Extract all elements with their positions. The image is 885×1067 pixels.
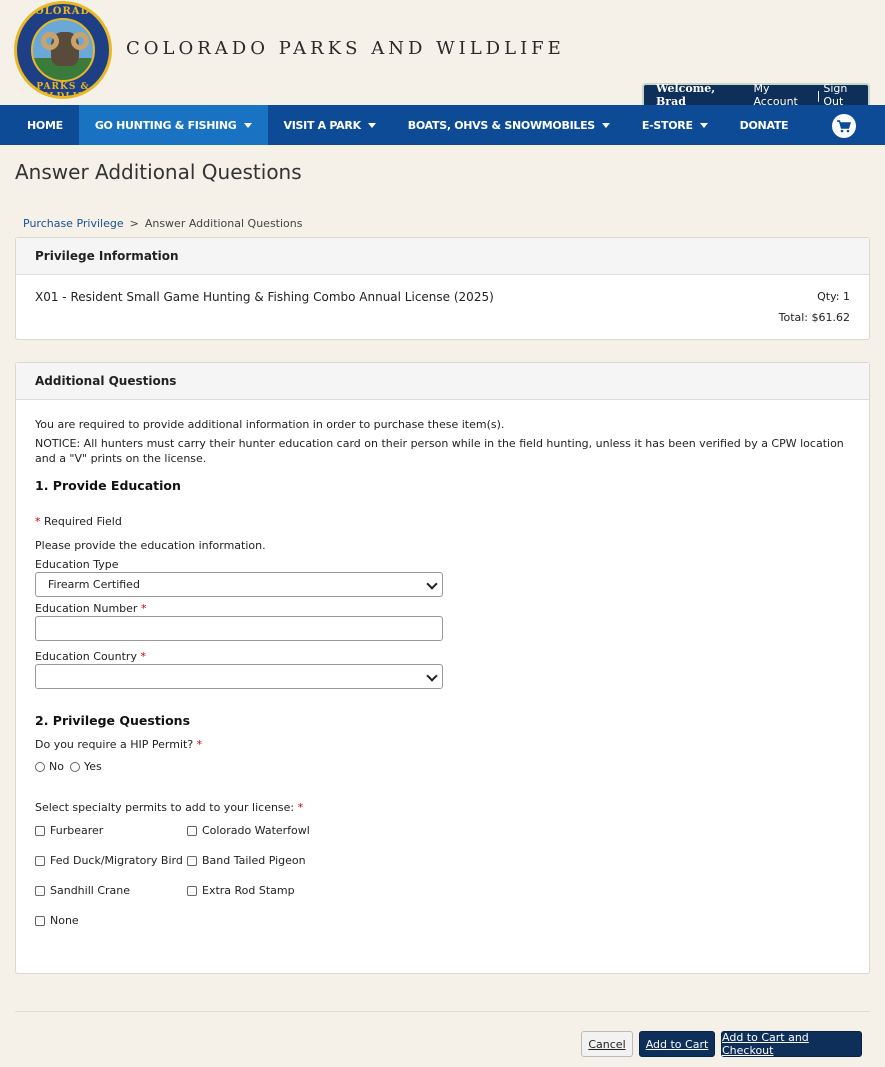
permit-furbearer[interactable]: Furbearer xyxy=(35,824,103,837)
specialty-question: Select specialty permits to add to your … xyxy=(35,801,295,814)
page-title: Answer Additional Questions xyxy=(15,160,302,184)
permit-band-tailed-pigeon[interactable]: Band Tailed Pigeon xyxy=(187,854,306,867)
privilege-qty: Qty: 1 xyxy=(817,290,850,303)
hip-no-label: No xyxy=(49,760,64,773)
permit-colorado-waterfowl[interactable]: Colorado Waterfowl xyxy=(187,824,310,837)
sandhill-crane-label: Sandhill Crane xyxy=(50,884,130,897)
additional-questions-heading: Additional Questions xyxy=(16,363,869,400)
caret-down-icon xyxy=(367,122,376,128)
additional-questions-panel: Additional Questions You are required to… xyxy=(15,362,870,974)
logo-text-top: COLORADO xyxy=(26,6,100,17)
nav-hunting-fishing[interactable]: GO HUNTING & FISHING xyxy=(78,105,268,145)
logo-text-bottom: PARKS & WILDLIFE xyxy=(32,82,94,99)
main-nav: HOME GO HUNTING & FISHING VISIT A PARK B… xyxy=(0,105,885,145)
extra-rod-stamp-checkbox[interactable] xyxy=(187,885,197,896)
hip-no-radio[interactable] xyxy=(35,761,45,772)
account-separator: | xyxy=(816,88,821,102)
horn-right-icon xyxy=(71,32,89,50)
nav-boats[interactable]: BOATS, OHVS & SNOWMOBILES xyxy=(392,105,626,145)
section-privilege-questions: 2. Privilege Questions xyxy=(35,713,191,728)
required-marker: * xyxy=(140,602,147,615)
education-type-label: Education Type xyxy=(35,558,119,571)
provide-education-text: Please provide the education information… xyxy=(35,539,266,552)
permit-none[interactable]: None xyxy=(35,914,79,927)
required-marker: * xyxy=(35,515,41,528)
permit-fed-duck[interactable]: Fed Duck/Migratory Bird xyxy=(35,854,183,867)
nav-estore-label: E-STORE xyxy=(641,118,693,132)
required-field-note: * Required Field xyxy=(35,514,122,529)
fed-duck-label: Fed Duck/Migratory Bird xyxy=(50,854,183,867)
nav-home-label: HOME xyxy=(27,118,63,132)
account-tab: Welcome, Brad My Account | Sign Out xyxy=(642,82,870,108)
none-checkbox[interactable] xyxy=(35,915,45,926)
fed-duck-checkbox[interactable] xyxy=(35,855,45,866)
breadcrumb-current: Answer Additional Questions xyxy=(144,217,303,230)
nav-boats-label: BOATS, OHVS & SNOWMOBILES xyxy=(407,118,595,132)
privilege-info-panel: Privilege Information X01 - Resident Sma… xyxy=(15,237,870,340)
required-field-text: Required Field xyxy=(44,515,122,528)
education-country-select[interactable] xyxy=(35,664,443,689)
breadcrumb-separator: > xyxy=(129,217,139,230)
colorado-waterfowl-label: Colorado Waterfowl xyxy=(202,824,310,837)
none-label: None xyxy=(50,914,79,927)
permit-sandhill-crane[interactable]: Sandhill Crane xyxy=(35,884,130,897)
privilege-info-heading: Privilege Information xyxy=(16,238,869,275)
caret-down-icon xyxy=(243,122,252,128)
logo-emblem xyxy=(31,18,95,82)
specialty-question-row: Select specialty permits to add to your … xyxy=(35,801,303,814)
shopping-cart-icon xyxy=(837,119,851,132)
nav-donate[interactable]: DONATE xyxy=(724,105,805,145)
permit-extra-rod-stamp[interactable]: Extra Rod Stamp xyxy=(187,884,295,897)
hip-yes-label: Yes xyxy=(83,760,102,773)
hip-radio-group: No Yes xyxy=(35,760,108,773)
nav-home[interactable]: HOME xyxy=(0,105,79,145)
nav-visit-park[interactable]: VISIT A PARK xyxy=(268,105,392,145)
education-number-label-row: Education Number * xyxy=(35,602,146,615)
add-to-cart-checkout-button[interactable]: Add to Cart and Checkout xyxy=(721,1031,862,1057)
footer-divider xyxy=(15,1011,870,1012)
cancel-button[interactable]: Cancel xyxy=(581,1031,633,1057)
band-tailed-pigeon-label: Band Tailed Pigeon xyxy=(202,854,306,867)
required-marker: * xyxy=(297,801,304,814)
privilege-name: X01 - Resident Small Game Hunting & Fish… xyxy=(35,290,494,304)
required-marker: * xyxy=(196,738,203,751)
site-title: COLORADO PARKS AND WILDLIFE xyxy=(126,38,565,59)
required-marker: * xyxy=(140,650,146,663)
education-type-select[interactable]: Firearm Certified xyxy=(35,572,443,597)
nav-visit-park-label: VISIT A PARK xyxy=(283,118,362,132)
hip-yes-radio[interactable] xyxy=(69,761,80,772)
education-number-label: Education Number xyxy=(35,602,138,615)
hip-question-row: Do you require a HIP Permit? * xyxy=(35,738,202,751)
breadcrumb-purchase-privilege[interactable]: Purchase Privilege xyxy=(23,217,124,230)
cpw-logo[interactable]: COLORADO PARKS & WILDLIFE xyxy=(14,1,112,99)
band-tailed-pigeon-checkbox[interactable] xyxy=(187,855,197,866)
nav-hunting-fishing-label: GO HUNTING & FISHING xyxy=(94,118,237,132)
hip-question: Do you require a HIP Permit? xyxy=(35,738,194,751)
education-country-label-row: Education Country * xyxy=(35,650,146,663)
cart-button[interactable] xyxy=(832,114,856,138)
chevron-down-icon xyxy=(426,670,438,682)
caret-down-icon xyxy=(601,122,610,128)
furbearer-label: Furbearer xyxy=(50,824,104,837)
intro-text: You are required to provide additional i… xyxy=(35,418,505,431)
sandhill-crane-checkbox[interactable] xyxy=(35,885,45,896)
education-country-label: Education Country xyxy=(35,650,137,663)
nav-donate-label: DONATE xyxy=(739,118,789,132)
extra-rod-stamp-label: Extra Rod Stamp xyxy=(202,884,295,897)
notice-text: NOTICE: All hunters must carry their hun… xyxy=(35,437,844,465)
nav-estore[interactable]: E-STORE xyxy=(626,105,724,145)
colorado-waterfowl-checkbox[interactable] xyxy=(187,825,197,836)
horn-left-icon xyxy=(41,32,59,50)
breadcrumb: Purchase Privilege > Answer Additional Que… xyxy=(23,217,303,230)
furbearer-checkbox[interactable] xyxy=(35,825,45,836)
site-header: COLORADO PARKS & WILDLIFE COLORADO PARKS… xyxy=(0,0,885,108)
privilege-total: Total: $61.62 xyxy=(778,311,850,324)
add-to-cart-button[interactable]: Add to Cart xyxy=(639,1031,715,1057)
chevron-down-icon xyxy=(426,578,438,590)
education-number-input[interactable] xyxy=(35,616,443,641)
caret-down-icon xyxy=(699,122,708,128)
section-provide-education: 1. Provide Education xyxy=(35,478,181,493)
education-type-value: Firearm Certified xyxy=(48,578,140,591)
